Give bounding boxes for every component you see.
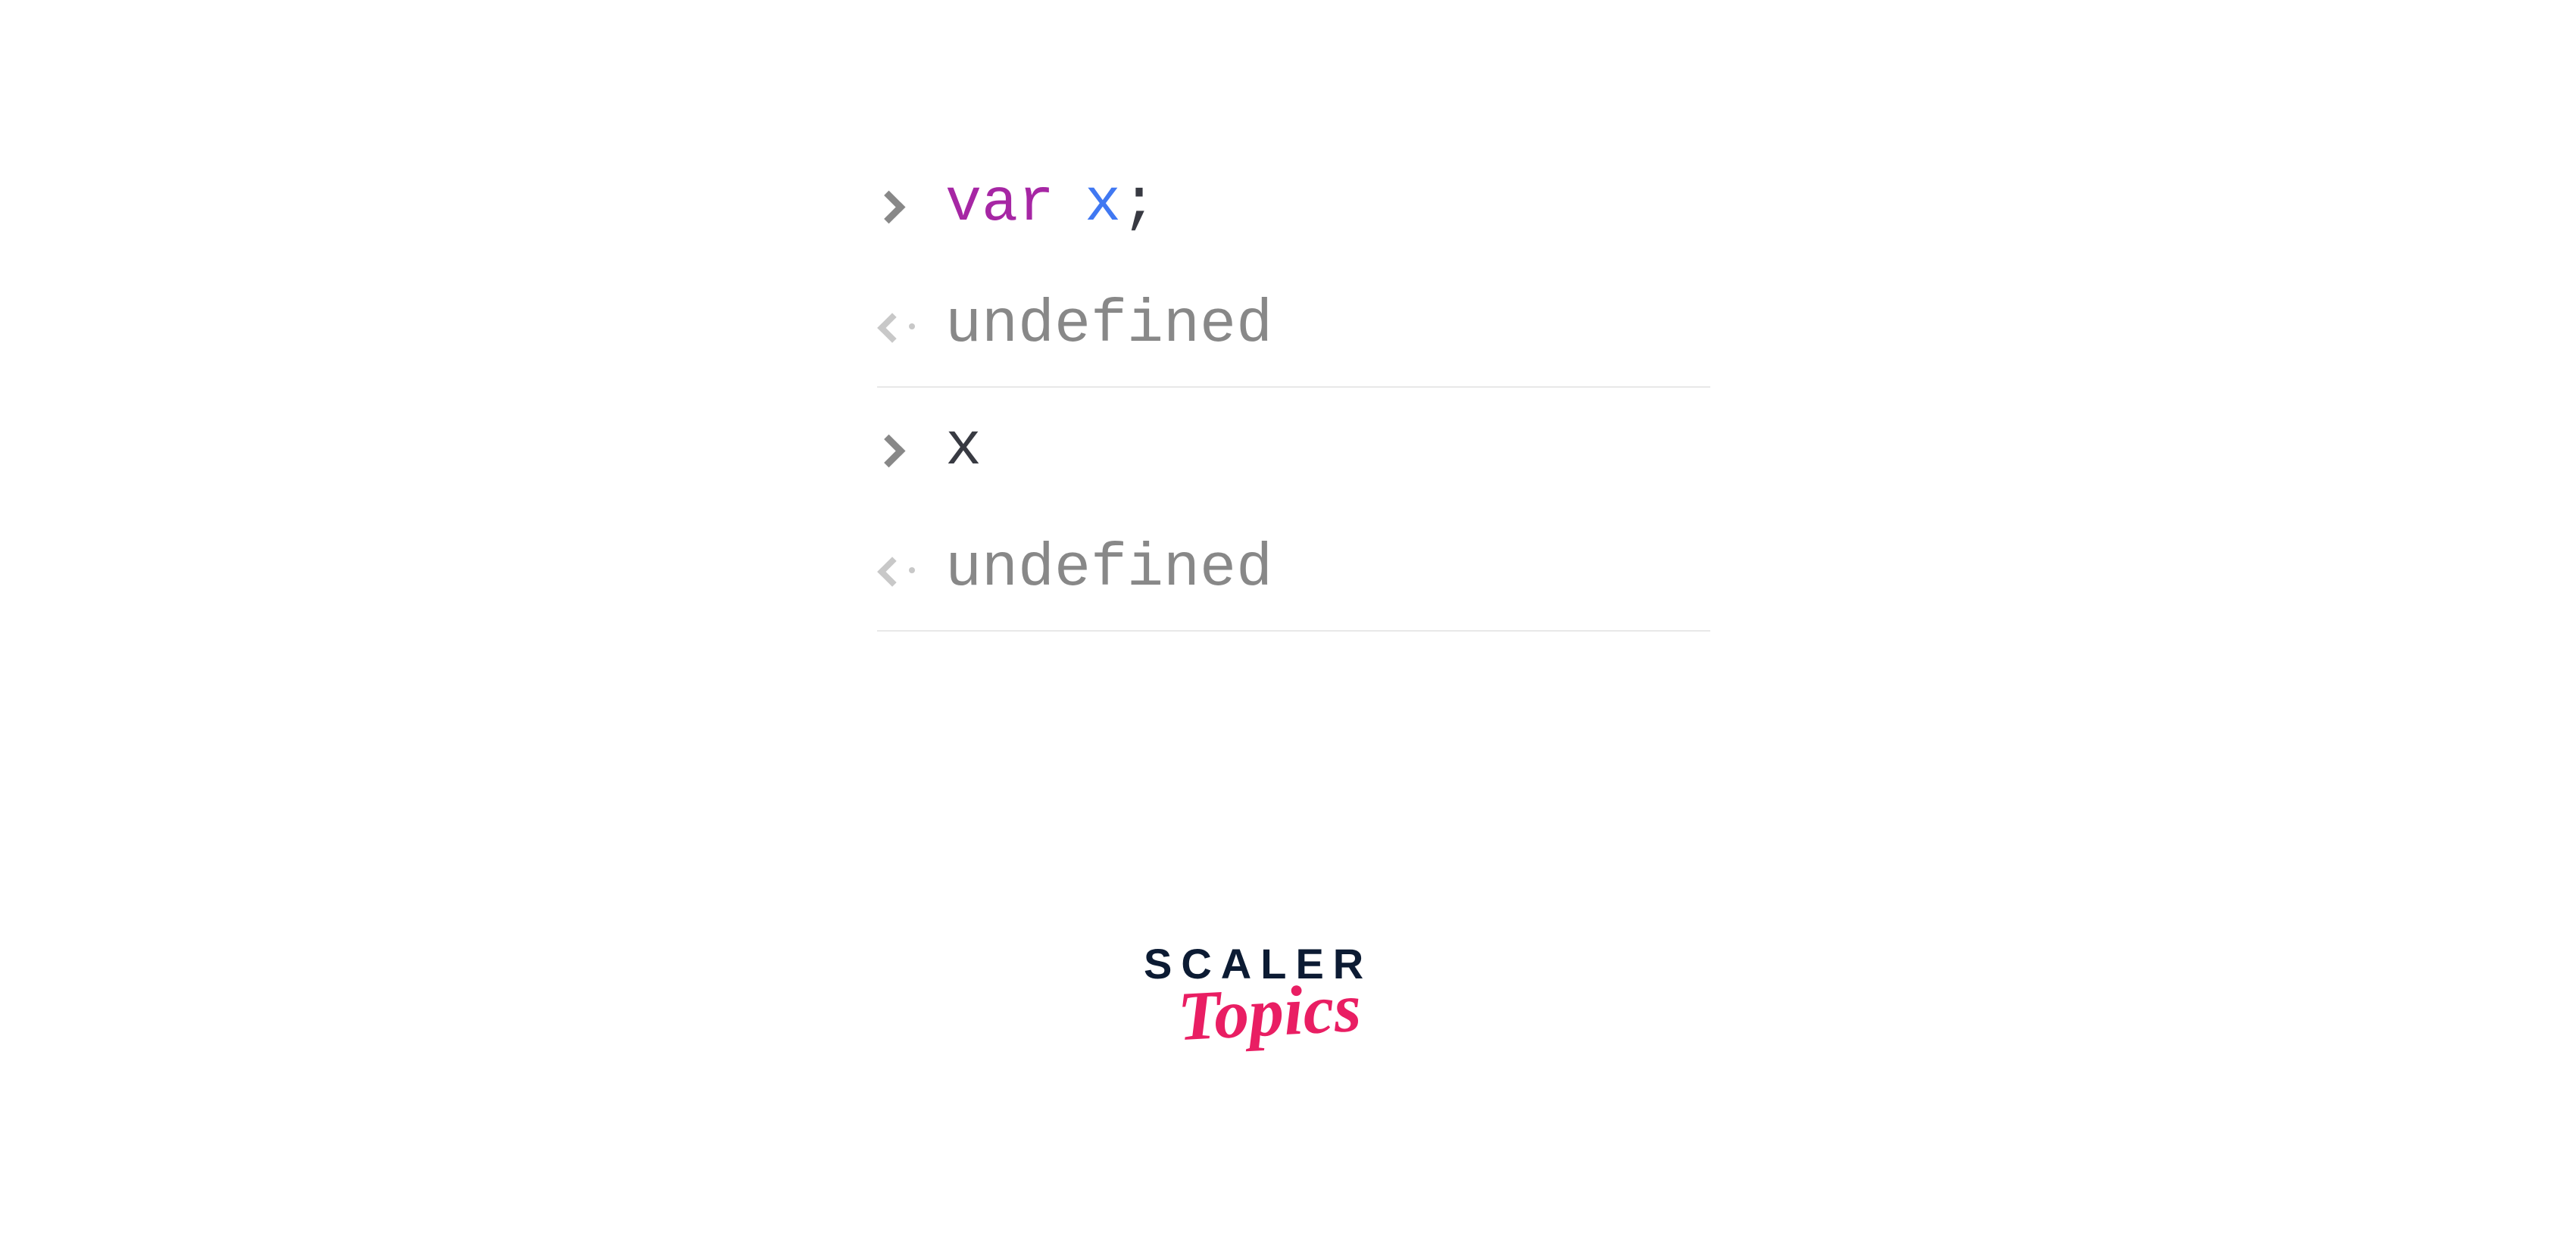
console-input-row[interactable]: x xyxy=(877,388,1710,509)
console-output-row: undefined xyxy=(877,509,1710,632)
console-input-row[interactable]: var x ; xyxy=(877,144,1710,265)
undefined-result: undefined xyxy=(945,527,1272,612)
variable-x: x xyxy=(1085,162,1121,247)
brand-logo: SCALER Topics xyxy=(1144,939,1372,1052)
chevron-left-dot-icon xyxy=(877,314,915,338)
expression-x: x xyxy=(945,406,982,491)
console-output-row: undefined xyxy=(877,265,1710,388)
brand-topics: Topics xyxy=(1176,967,1363,1057)
console-container: var x ; undefined x undefined xyxy=(877,144,1710,632)
chevron-left-dot-icon xyxy=(877,557,915,582)
code-output-2: undefined xyxy=(945,527,1272,612)
keyword-var: var xyxy=(945,162,1054,247)
input-prompt-icon xyxy=(877,192,945,217)
code-input-2: x xyxy=(945,406,982,491)
code-input-1: var x ; xyxy=(945,162,1157,247)
code-output-1: undefined xyxy=(945,283,1272,368)
semicolon: ; xyxy=(1121,162,1157,247)
chevron-right-icon xyxy=(877,192,901,217)
undefined-result: undefined xyxy=(945,283,1272,368)
output-prompt-icon xyxy=(877,314,945,338)
input-prompt-icon xyxy=(877,436,945,460)
output-prompt-icon xyxy=(877,557,945,582)
chevron-right-icon xyxy=(877,436,901,460)
